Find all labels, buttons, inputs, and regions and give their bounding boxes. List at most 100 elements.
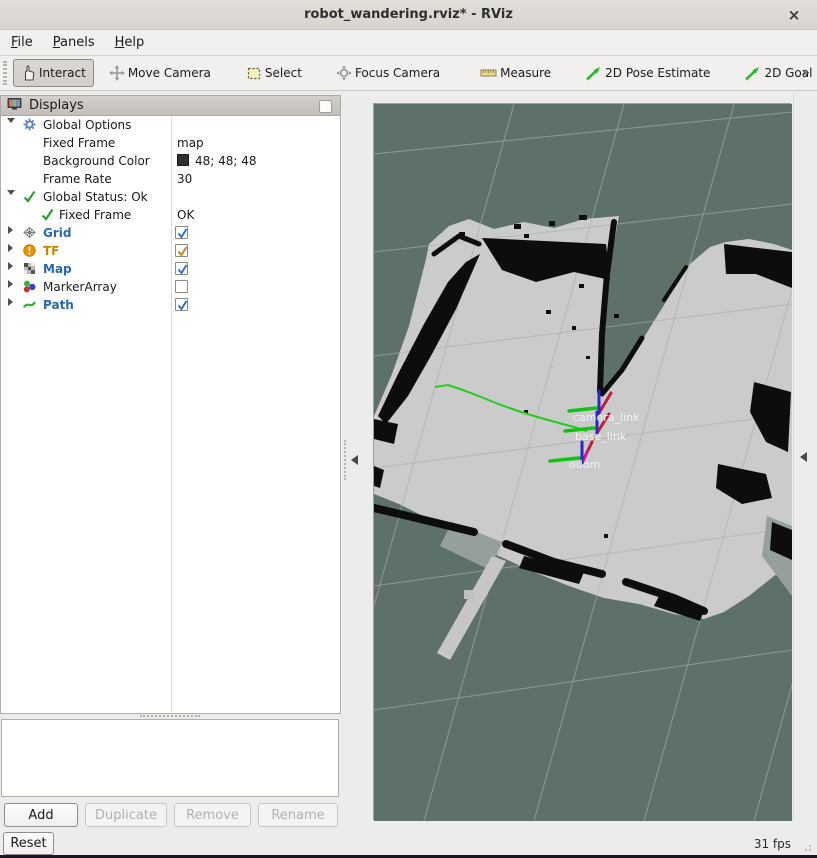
- tree-row-grid[interactable]: Grid: [1, 224, 340, 242]
- displays-panel-title: Displays: [29, 98, 84, 113]
- status-ok-check-icon: [41, 208, 54, 224]
- move-camera-tool-button[interactable]: Move Camera: [102, 60, 218, 86]
- property-name: Background Color: [43, 154, 150, 168]
- menu-bar: File Panels Help: [0, 30, 817, 56]
- tree-row-background-color[interactable]: Background Color 48; 48; 48: [1, 152, 340, 170]
- toolbar: Interact Move Camera Select Focus Camera…: [0, 56, 817, 91]
- status-ok-check-icon: [23, 190, 36, 206]
- tf-warning-icon: [23, 244, 36, 260]
- monitor-icon: [7, 97, 22, 115]
- goal-pose-tool-label: 2D Goal Pose: [764, 66, 817, 80]
- panel-float-button[interactable]: [319, 100, 332, 113]
- window-resize-grip[interactable]: [804, 842, 814, 852]
- menu-help[interactable]: Help: [106, 32, 154, 53]
- remove-button[interactable]: Remove: [174, 803, 251, 827]
- scene-canvas: camera_link base_link odom: [374, 104, 792, 821]
- displays-tree[interactable]: Global Options Fixed Frame map Backgroun…: [0, 116, 341, 714]
- fps-counter: 31 fps: [754, 837, 791, 851]
- gear-icon: [23, 118, 36, 134]
- title-bar[interactable]: robot_wandering.rviz* - RViz ×: [0, 0, 817, 30]
- left-splitter-handle[interactable]: [344, 440, 346, 480]
- panel-splitter-handle[interactable]: [140, 715, 200, 718]
- display-name: Path: [43, 298, 74, 312]
- collapse-left-panel-icon[interactable]: [351, 455, 358, 465]
- expand-arrow-icon[interactable]: [8, 226, 13, 234]
- select-tool-label: Select: [265, 66, 302, 80]
- path-enabled-checkbox[interactable]: [175, 298, 188, 311]
- property-value[interactable]: 30: [177, 172, 192, 186]
- focus-target-icon: [336, 65, 352, 81]
- 3d-render-view[interactable]: camera_link base_link odom: [373, 103, 791, 820]
- status-item-name: Fixed Frame: [59, 208, 131, 222]
- tree-row-fixed-frame-status[interactable]: Fixed Frame OK: [1, 206, 340, 224]
- color-swatch[interactable]: [177, 154, 189, 166]
- tf-label-odom: odom: [569, 458, 600, 471]
- tree-row-global-options[interactable]: Global Options: [1, 116, 340, 134]
- tree-row-tf[interactable]: TF: [1, 242, 340, 260]
- interact-tool-label: Interact: [39, 66, 86, 80]
- add-button[interactable]: Add: [4, 803, 78, 827]
- tree-row-markerarray[interactable]: MarkerArray: [1, 278, 340, 296]
- expand-arrow-icon[interactable]: [8, 298, 13, 306]
- map-display-icon: [23, 262, 36, 278]
- displays-panel-header[interactable]: Displays: [0, 95, 341, 116]
- move-camera-tool-label: Move Camera: [128, 66, 211, 80]
- path-display-icon: [23, 298, 36, 314]
- property-value[interactable]: 48; 48; 48: [195, 154, 257, 168]
- menu-file[interactable]: File: [2, 32, 42, 53]
- rviz-window: robot_wandering.rviz* - RViz × File Pane…: [0, 0, 817, 858]
- display-name: Map: [43, 262, 72, 276]
- grid-display-icon: [23, 226, 36, 242]
- property-name: Fixed Frame: [43, 136, 115, 150]
- focus-camera-tool-label: Focus Camera: [355, 66, 440, 80]
- expand-arrow-icon[interactable]: [8, 262, 13, 270]
- tf-enabled-checkbox[interactable]: [175, 244, 188, 257]
- tree-row-global-status[interactable]: Global Status: Ok: [1, 188, 340, 206]
- tf-label-base-link: base_link: [575, 430, 627, 443]
- display-name: TF: [43, 244, 59, 258]
- status-label: Global Status: Ok: [43, 190, 148, 204]
- tree-row-fixed-frame[interactable]: Fixed Frame map: [1, 134, 340, 152]
- collapse-right-panel-icon[interactable]: [800, 452, 807, 462]
- expand-arrow-icon[interactable]: [7, 118, 15, 123]
- focus-camera-tool-button[interactable]: Focus Camera: [329, 60, 447, 86]
- markerarray-enabled-checkbox[interactable]: [175, 280, 188, 293]
- tf-label-camera-link: camera_link: [573, 411, 640, 424]
- selection-box-icon: [247, 66, 262, 81]
- toolbar-drag-handle[interactable]: [3, 61, 7, 85]
- green-arrow-icon: [744, 66, 761, 81]
- property-value[interactable]: map: [177, 136, 204, 150]
- property-name: Frame Rate: [43, 172, 112, 186]
- map-enabled-checkbox[interactable]: [175, 262, 188, 275]
- toolbar-overflow-chevron[interactable]: »: [801, 65, 809, 81]
- tree-row-path[interactable]: Path: [1, 296, 340, 314]
- hand-pointer-icon: [21, 65, 36, 81]
- window-title: robot_wandering.rviz* - RViz: [304, 7, 513, 22]
- display-description-box: [1, 719, 339, 797]
- close-icon[interactable]: ×: [785, 6, 803, 24]
- right-splitter[interactable]: [793, 95, 794, 821]
- display-name: Grid: [43, 226, 71, 240]
- menu-panels[interactable]: Panels: [44, 32, 104, 53]
- reset-button[interactable]: Reset: [3, 832, 54, 855]
- expand-arrow-icon[interactable]: [7, 190, 15, 195]
- duplicate-button[interactable]: Duplicate: [85, 803, 167, 827]
- tree-row-frame-rate[interactable]: Frame Rate 30: [1, 170, 340, 188]
- tree-row-map[interactable]: Map: [1, 260, 340, 278]
- move-arrows-icon: [109, 65, 125, 81]
- expand-arrow-icon[interactable]: [8, 280, 13, 288]
- green-arrow-icon: [585, 66, 602, 81]
- marker-array-icon: [23, 280, 36, 296]
- rename-button[interactable]: Rename: [258, 803, 338, 827]
- display-name: Global Options: [43, 118, 131, 132]
- measure-tool-label: Measure: [500, 66, 551, 80]
- pose-estimate-tool-button[interactable]: 2D Pose Estimate: [578, 61, 717, 86]
- pose-estimate-tool-label: 2D Pose Estimate: [605, 66, 710, 80]
- measure-tool-button[interactable]: Measure: [473, 61, 558, 85]
- status-item-value: OK: [177, 208, 194, 222]
- grid-enabled-checkbox[interactable]: [175, 226, 188, 239]
- expand-arrow-icon[interactable]: [8, 244, 13, 252]
- ruler-icon: [480, 67, 497, 79]
- select-tool-button[interactable]: Select: [240, 61, 309, 86]
- interact-tool-button[interactable]: Interact: [13, 59, 94, 87]
